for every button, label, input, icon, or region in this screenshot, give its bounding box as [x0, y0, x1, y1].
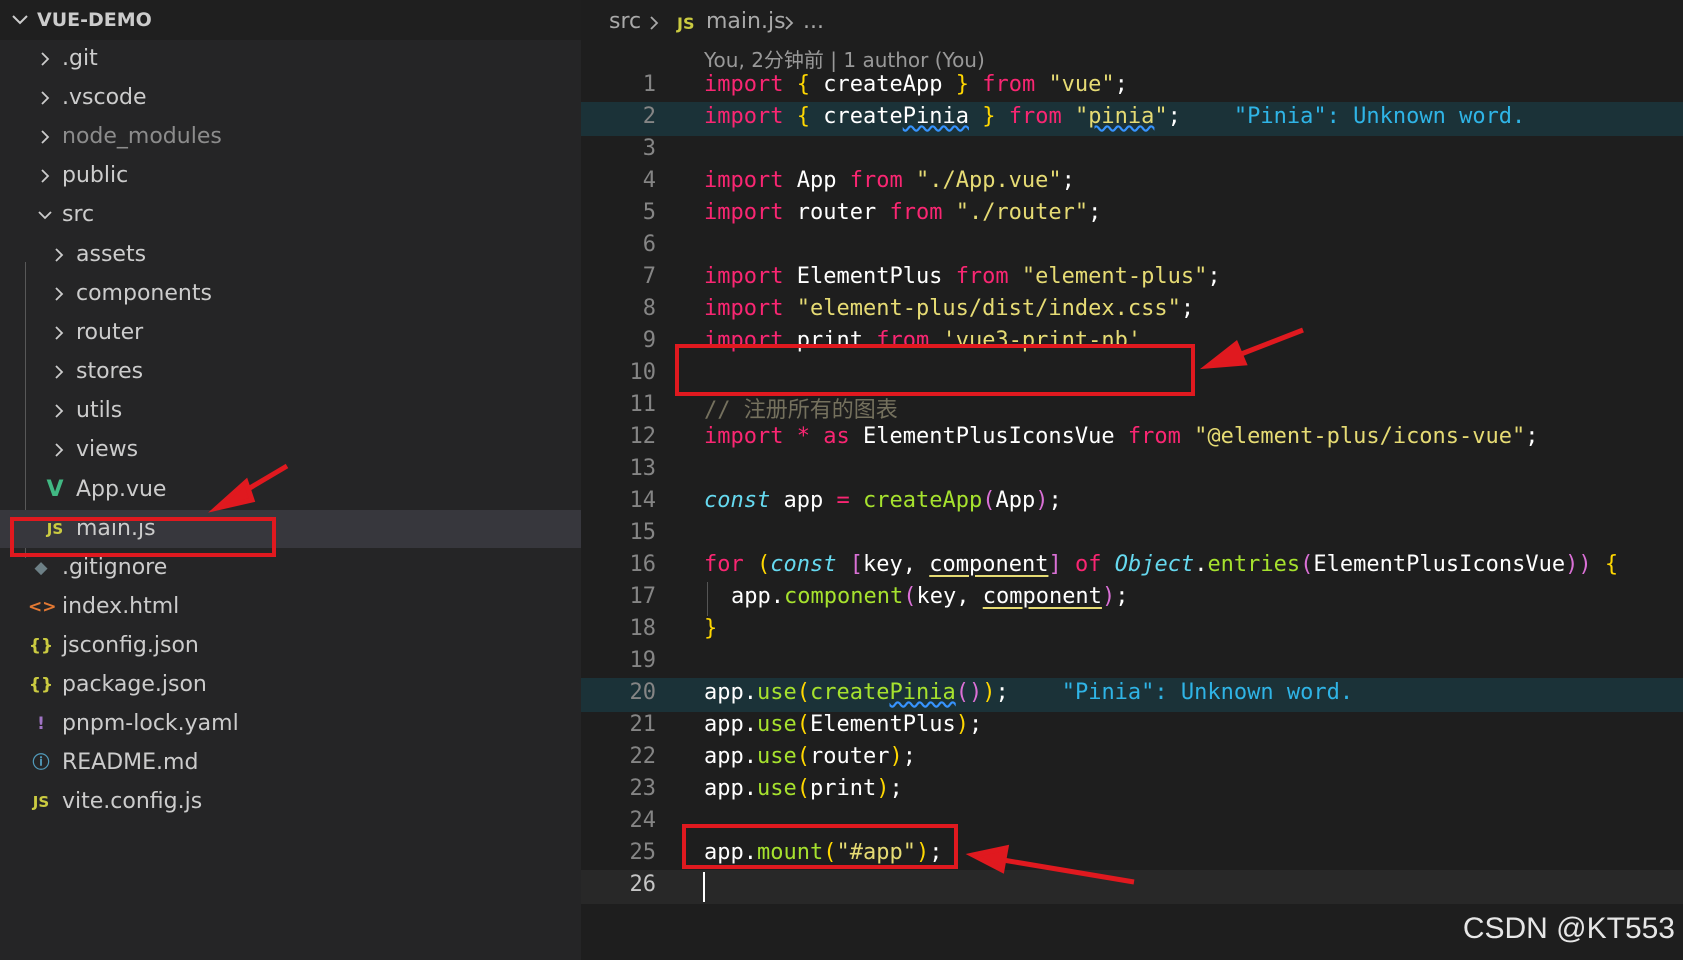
arrow-to-import-print: [1199, 327, 1304, 370]
arrow-to-use-print: [965, 844, 1135, 885]
watermark: CSDN @KT553: [1462, 912, 1675, 945]
arrow-to-app-vue: [208, 463, 289, 513]
annotation-arrows: [208, 327, 1304, 885]
